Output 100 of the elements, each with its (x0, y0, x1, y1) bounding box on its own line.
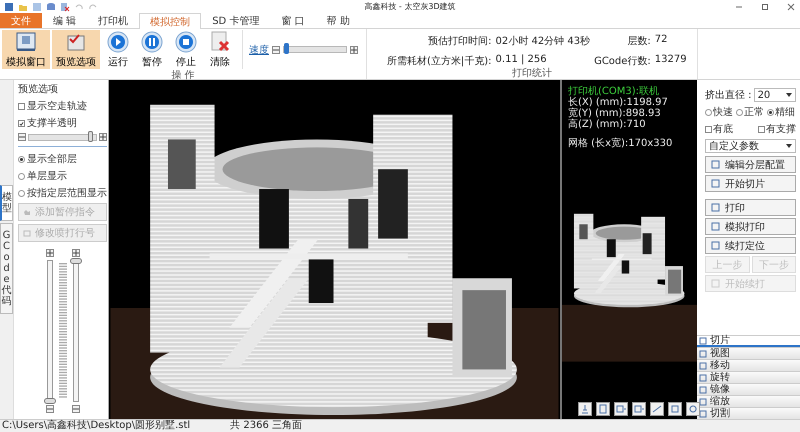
radio-label: 按指定层范围显示 (27, 186, 107, 200)
plus-icon (351, 46, 357, 52)
view-icon (634, 404, 644, 414)
plus-button[interactable] (99, 133, 107, 141)
action-button[interactable]: 编辑分层配置 (705, 156, 796, 173)
window-title: 高鑫科技 - 太空灰3D建筑 (363, 1, 457, 12)
tool-tab[interactable]: 移动 (697, 359, 800, 371)
group-label: 打印统计 (510, 68, 553, 79)
minus-button[interactable] (72, 405, 80, 413)
view-tool-button[interactable] (578, 402, 592, 416)
plus-icon (100, 134, 106, 140)
radio-button[interactable] (18, 156, 25, 162)
plus-icon (72, 250, 78, 256)
plus-button[interactable] (46, 249, 54, 257)
side-tab[interactable]: 模型 (0, 185, 13, 221)
tool-tab[interactable]: 镜像 (697, 383, 800, 395)
printer-status: 打印机(COM3):联机 (567, 86, 660, 97)
view-icon (580, 404, 590, 414)
layer-slider[interactable] (46, 260, 52, 402)
checkbox-label: 有底 (713, 122, 733, 136)
tool-tab[interactable]: 切片 (697, 335, 800, 347)
checkbox-label: 显示空走轨迹 (27, 100, 87, 113)
stat-value: 02小时 42分钟 43秒 (496, 34, 590, 48)
stop-icon (174, 30, 198, 54)
database-icon[interactable] (46, 2, 56, 12)
delete-icon[interactable] (60, 2, 70, 12)
radio-button[interactable] (736, 108, 743, 116)
tool-tab[interactable]: 缩放 (697, 395, 800, 407)
plus-button[interactable] (350, 46, 358, 54)
profile-dropdown[interactable]: 自定义参数 (705, 139, 796, 153)
checkbox[interactable] (758, 126, 765, 132)
minus-icon (46, 406, 52, 412)
minus-button[interactable] (18, 133, 26, 141)
minus-icon (72, 406, 78, 412)
dimension-text: 宽(Y) (mm):898.93 (567, 108, 662, 119)
radio-button[interactable] (18, 172, 25, 180)
view-tool-button[interactable] (650, 402, 664, 416)
view-icon (598, 404, 608, 414)
action-button[interactable]: 打印 (705, 199, 796, 216)
checkbox[interactable] (18, 102, 25, 110)
stat-value: 72 (654, 34, 669, 46)
checkbox[interactable] (705, 126, 712, 132)
menu-tab[interactable]: 模拟控制 (139, 13, 202, 29)
ribbon-button[interactable]: 清除 (204, 30, 236, 69)
maximize-icon[interactable] (760, 2, 770, 10)
dropdown-arrow-icon (786, 144, 792, 148)
ribbon-button[interactable]: 暂停 (136, 30, 168, 69)
view-icon (616, 404, 626, 414)
checkbox-label: 支撑半透明 (27, 116, 77, 130)
slider-thumb[interactable] (70, 258, 82, 264)
tool-tab[interactable]: 视图 (697, 347, 800, 359)
dimension-text: 长(X) (mm):1198.97 (567, 97, 669, 108)
dropdown-arrow-icon (786, 93, 792, 97)
minus-button[interactable] (272, 46, 280, 54)
checkbox[interactable] (18, 120, 25, 126)
view-tool-button[interactable] (668, 402, 682, 416)
view-tool-button[interactable] (632, 402, 646, 416)
tool-tab[interactable]: 切割 (697, 407, 800, 419)
opacity-slider[interactable] (28, 134, 97, 140)
stat-label: 层数: (626, 34, 651, 48)
nozzle-dropdown[interactable]: 20 (754, 88, 796, 102)
close-icon[interactable] (786, 2, 796, 10)
plus-button[interactable] (72, 249, 80, 257)
ribbon-button[interactable]: 停止 (170, 30, 202, 69)
menu-tab[interactable]: 窗 口 (270, 13, 316, 28)
side-tab[interactable]: GCode 代码 (0, 223, 13, 314)
radio-button[interactable] (705, 108, 712, 116)
preview-viewport[interactable]: 打印机(COM3):联机 长(X) (mm):1198.97 宽(Y) (mm):898.93 高(Z) (mm):710 网格 (长x宽):170x330 (562, 80, 697, 419)
action-button[interactable]: 模拟打印 (705, 218, 796, 235)
speed-slider[interactable] (283, 46, 347, 53)
view-tool-button[interactable] (596, 402, 610, 416)
radio-button[interactable] (767, 108, 774, 116)
ribbon-button[interactable]: 模拟窗口 (2, 30, 50, 69)
slider-thumb[interactable] (284, 43, 290, 54)
file-path: C:\Users\高鑫科技\Desktop\圆形别墅.stl (2, 421, 190, 431)
plus-icon (46, 250, 52, 256)
3d-viewport[interactable] (109, 80, 560, 419)
view-tool-button[interactable] (614, 402, 628, 416)
stat-value: 0.11 | 256 (496, 54, 548, 66)
radio-label: 快速 (713, 106, 733, 119)
radio-label: 显示全部层 (27, 152, 77, 166)
stat-label: GCode行数: (594, 54, 651, 68)
ribbon-button[interactable]: 运行 (102, 30, 134, 69)
radio-button[interactable] (18, 190, 25, 196)
slider-thumb[interactable] (44, 398, 56, 404)
ribbon-button[interactable]: 预览选项 (52, 30, 100, 69)
menu-tab[interactable]: SD 卡管理 (201, 13, 270, 28)
action-button[interactable]: 开始切片 (705, 175, 796, 192)
view-tool-button[interactable] (686, 402, 700, 416)
tool-tab[interactable]: 旋转 (697, 371, 800, 383)
menu-tab[interactable]: 打印机 (87, 13, 140, 28)
group-title: 预览选项 (18, 82, 59, 96)
minus-button[interactable] (46, 405, 54, 413)
slider-thumb[interactable] (88, 130, 93, 142)
layer-slider[interactable] (72, 260, 78, 402)
menu-tab[interactable]: 帮 助 (316, 13, 361, 28)
stat-label: 预估打印时间: (427, 34, 492, 48)
stat-label: 所需耗材(立方米|千克): (387, 54, 492, 68)
menu-tab[interactable]: 编 辑 (42, 13, 88, 28)
action-button[interactable]: 续打定位 (705, 237, 796, 254)
